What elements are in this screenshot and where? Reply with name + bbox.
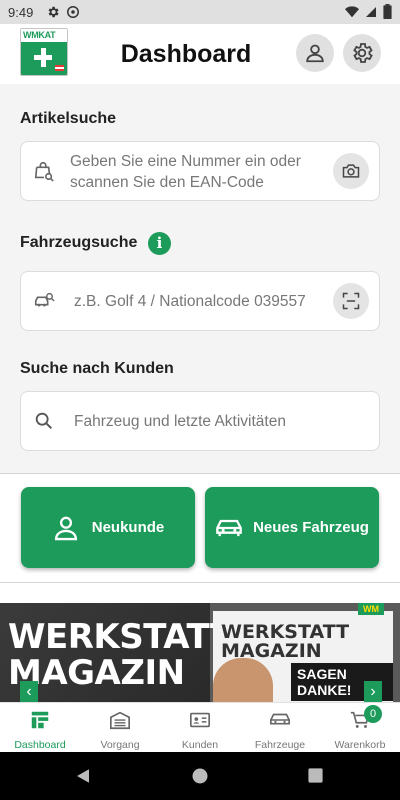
blocked-status-icon — [67, 6, 79, 18]
vehicle-search-label: Fahrzeugsuche — [20, 234, 138, 251]
id-card-icon — [190, 712, 210, 728]
new-customer-button[interactable]: Neukunde — [21, 487, 195, 568]
vehicle-search-placeholder: z.B. Golf 4 / Nationalcode 039557 — [74, 293, 306, 310]
banner-next-arrow[interactable]: › — [364, 681, 382, 702]
nav-label: Fahrzeuge — [254, 739, 306, 751]
car-icon — [216, 519, 242, 536]
nav-fahrzeuge[interactable]: Fahrzeuge — [240, 703, 320, 753]
vehicle-search-field[interactable]: z.B. Golf 4 / Nationalcode 039557 — [20, 271, 380, 331]
nav-warenkorb[interactable]: 0 Warenkorb — [320, 703, 400, 753]
recents-icon[interactable] — [307, 767, 324, 784]
nav-label: Dashboard — [14, 739, 66, 751]
spacer — [0, 583, 400, 603]
new-vehicle-button[interactable]: Neues Fahrzeug — [205, 487, 379, 568]
person-icon — [54, 516, 77, 540]
car-search-icon — [34, 292, 55, 307]
battery-icon — [383, 4, 392, 19]
article-search-placeholder-2: scannen Sie den EAN-Code — [70, 174, 264, 191]
bottom-navigation: Dashboard Vorgang Kunden Fahrzeuge 0 War… — [0, 702, 400, 752]
new-customer-label: Neukunde — [91, 519, 165, 536]
new-vehicle-label: Neues Fahrzeug — [253, 519, 369, 536]
status-bar: 9:49 — [0, 0, 400, 24]
banner-prev-arrow[interactable]: ‹ — [20, 681, 38, 702]
gear-icon — [353, 43, 373, 63]
home-icon[interactable] — [191, 767, 209, 785]
dashboard-icon — [31, 711, 49, 729]
banner-headline-1: WERKSTATT — [8, 617, 233, 657]
customer-search-label: Suche nach Kunden — [20, 360, 174, 377]
app-header: WMKAT Dashboard — [0, 24, 400, 84]
status-time: 9:49 — [8, 5, 34, 20]
camera-scan-button[interactable] — [333, 153, 369, 189]
profile-button[interactable] — [296, 34, 334, 72]
settings-status-icon — [48, 6, 59, 18]
system-navigation-bar — [0, 752, 400, 800]
article-search-placeholder-1: Geben Sie eine Nummer ein oder — [70, 153, 301, 170]
user-icon — [306, 44, 324, 63]
car-icon — [270, 713, 290, 725]
customer-search-field[interactable]: Fahrzeug und letzte Aktivitäten — [20, 391, 380, 451]
nav-label: Kunden — [181, 739, 219, 751]
nav-vorgang[interactable]: Vorgang — [80, 703, 160, 753]
customer-search-placeholder: Fahrzeug und letzte Aktivitäten — [74, 413, 286, 430]
nav-kunden[interactable]: Kunden — [160, 703, 240, 753]
settings-button[interactable] — [343, 34, 381, 72]
person-photo — [213, 658, 273, 702]
article-search-field[interactable]: Geben Sie eine Nummer ein oder scannen S… — [20, 141, 380, 201]
cart-count-badge: 0 — [364, 705, 382, 723]
wm-logo: WM — [358, 603, 384, 615]
signal-icon — [366, 6, 376, 17]
search-icon — [35, 412, 53, 430]
nav-dashboard[interactable]: Dashboard — [0, 703, 80, 753]
magazine-title: WERKSTATT MAGAZIN — [221, 621, 350, 662]
garage-icon — [110, 711, 130, 730]
nav-label: Warenkorb — [334, 739, 386, 751]
bag-search-icon — [34, 161, 54, 182]
promo-banner[interactable]: WERKSTATT MAGAZIN WERKSTATT MAGAZIN SAGEN… — [0, 603, 400, 702]
wifi-icon — [345, 5, 359, 17]
back-icon[interactable] — [74, 767, 92, 785]
info-icon[interactable]: i — [148, 232, 171, 255]
scan-icon — [342, 292, 360, 310]
nav-label: Vorgang — [100, 739, 140, 751]
dashboard-content: Artikelsuche Geben Sie eine Nummer ein o… — [0, 84, 400, 474]
article-search-label: Artikelsuche — [20, 110, 117, 127]
camera-icon — [342, 164, 360, 178]
quick-actions: Neukunde Neues Fahrzeug — [0, 474, 400, 582]
status-right — [345, 4, 392, 19]
scan-button[interactable] — [333, 283, 369, 319]
